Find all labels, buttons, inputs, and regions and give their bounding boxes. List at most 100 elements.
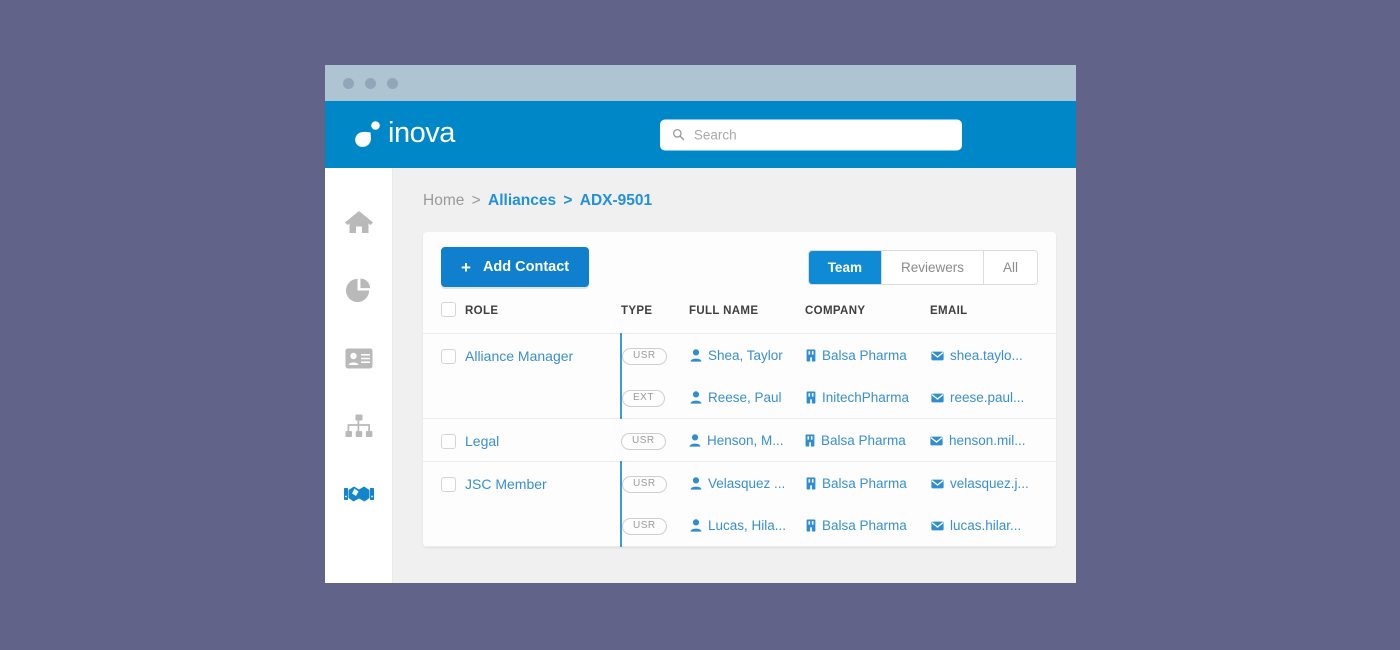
envelope-icon [931,351,944,360]
sidebar-item-home[interactable] [342,206,376,238]
company-text: Balsa Pharma [822,348,907,363]
full-name-cell[interactable]: Velasquez ... [690,462,806,504]
building-icon [806,519,816,532]
column-header-email: EMAIL [930,305,968,317]
full-name-cell[interactable]: Henson, M... [689,419,805,461]
droplet-logo-icon [355,120,380,147]
breadcrumb: Home > Alliances > ADX-9501 [423,192,1056,210]
add-contact-button[interactable]: + Add Contact [441,247,590,287]
building-icon [806,477,816,490]
maximize-icon[interactable] [387,77,398,89]
row-checkbox[interactable] [441,477,456,492]
sidebar-item-alliances[interactable] [342,478,376,510]
company-text: Balsa Pharma [822,518,907,533]
home-icon [344,210,373,233]
email-cell[interactable]: velasquez.j... [931,462,1056,504]
role-cell[interactable]: Legal [465,418,621,462]
tab-team[interactable]: Team [808,250,882,284]
company-text: InitechPharma [822,390,910,405]
company-cell[interactable]: Balsa Pharma [806,334,931,376]
contacts-card: + Add Contact Team Reviewers All ROLE TY… [423,232,1056,547]
contacts-group-cell: USR Shea, Taylor Balsa Pharma shea.taylo...… [620,333,1056,419]
type-badge: USR [622,518,667,535]
table-row: Alliance Manager USR Shea, Taylor Balsa Pha… [423,333,1056,419]
contacts-group-cell: USR Henson, M... Balsa Pharma henson.mil... [621,418,1056,462]
type-cell: USR [622,504,690,546]
close-icon[interactable] [343,77,354,89]
row-select-cell [423,333,465,419]
envelope-icon [931,521,944,530]
full-name-cell[interactable]: Shea, Taylor [690,334,806,376]
email-text: velasquez.j... [950,476,1029,491]
email-text: henson.mil... [949,433,1026,448]
sidebar-item-analytics[interactable] [342,274,376,306]
email-cell[interactable]: shea.taylo... [931,334,1056,376]
full-name-text: Lucas, Hila... [708,518,787,533]
contact-row: USR Lucas, Hila... Balsa Pharma lucas.hilar… [622,504,1056,546]
person-icon [690,391,702,404]
inova-logo[interactable]: inova [352,116,455,151]
type-cell: EXT [622,376,690,418]
type-badge: EXT [622,390,665,407]
pie-chart-icon [345,277,371,302]
full-name-text: Velasquez ... [708,476,786,491]
breadcrumb-separator: > [471,192,481,209]
envelope-icon [931,393,944,402]
type-cell: USR [622,334,690,376]
person-icon [690,519,702,532]
tab-reviewers[interactable]: Reviewers [881,250,984,284]
email-text: reese.paul... [950,390,1025,405]
company-cell[interactable]: Balsa Pharma [806,462,931,504]
breadcrumb-home[interactable]: Home [423,192,464,209]
table-row: JSC Member USR Velasquez ... Balsa Pharma ve… [423,461,1056,547]
window-titlebar [325,65,1076,101]
search-input[interactable] [693,127,950,142]
email-cell[interactable]: henson.mil... [930,419,1056,461]
type-cell: USR [622,462,690,504]
building-icon [805,434,815,447]
person-icon [689,434,701,447]
sidebar-item-contacts[interactable] [342,342,376,374]
email-cell[interactable]: reese.paul... [931,376,1056,418]
search-icon [672,129,685,141]
type-badge: USR [622,476,667,493]
company-cell[interactable]: InitechPharma [806,376,931,418]
row-checkbox[interactable] [441,434,456,449]
company-cell[interactable]: Balsa Pharma [806,504,931,546]
table-body: Alliance Manager USR Shea, Taylor Balsa Pha… [423,333,1056,547]
table-row: Legal USR Henson, M... Balsa Pharma henson.m… [423,418,1056,462]
company-cell[interactable]: Balsa Pharma [805,419,930,461]
filter-tabs: Team Reviewers All [807,249,1038,285]
contact-row: EXT Reese, Paul InitechPharma reese.paul... [622,376,1056,418]
logo-text: inova [388,116,455,149]
row-checkbox[interactable] [441,349,456,364]
contact-row: USR Henson, M... Balsa Pharma henson.mil... [621,419,1056,461]
person-icon [690,349,702,362]
minimize-icon[interactable] [365,77,376,89]
full-name-text: Henson, M... [707,433,784,448]
add-contact-label: Add Contact [482,259,570,275]
select-all-checkbox[interactable] [441,302,456,317]
column-header-full-name: FULL NAME [689,305,759,317]
id-card-icon [345,348,372,368]
tab-all[interactable]: All [983,250,1037,284]
company-text: Balsa Pharma [821,433,906,448]
full-name-cell[interactable]: Reese, Paul [690,376,806,418]
role-cell[interactable]: Alliance Manager [465,333,621,419]
email-cell[interactable]: lucas.hilar... [931,504,1056,546]
sidebar-item-organization[interactable] [342,410,376,442]
column-header-role: ROLE [465,305,499,317]
type-badge: USR [621,433,666,450]
contacts-table: ROLE TYPE FULL NAME COMPANY EMAIL Allian… [423,302,1056,547]
type-cell: USR [621,419,689,461]
role-cell[interactable]: JSC Member [465,461,621,547]
full-name-cell[interactable]: Lucas, Hila... [690,504,806,546]
breadcrumb-current[interactable]: ADX-9501 [580,192,652,209]
sidebar-nav [325,168,393,583]
sitemap-icon [345,414,372,437]
person-icon [690,477,702,490]
search-bar[interactable] [660,119,962,150]
breadcrumb-alliances[interactable]: Alliances [488,192,556,209]
contact-row: USR Shea, Taylor Balsa Pharma shea.taylo... [622,334,1056,376]
building-icon [806,349,816,362]
